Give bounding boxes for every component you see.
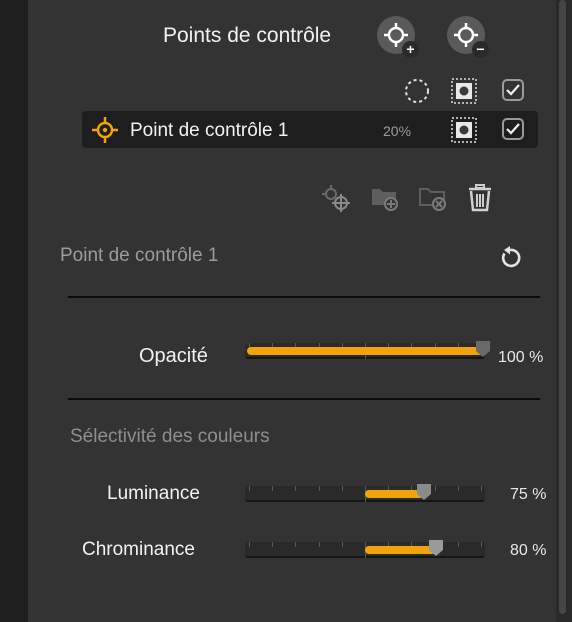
trash-icon xyxy=(469,184,491,212)
minus-icon: − xyxy=(472,41,489,58)
slider-tick xyxy=(295,486,297,491)
control-point-opacity: 20% xyxy=(383,123,412,139)
add-to-folder-button[interactable] xyxy=(370,183,402,213)
slider-tick xyxy=(295,542,297,547)
slider-fill xyxy=(365,490,424,498)
control-point-row[interactable]: Point de contrôle 1 20% xyxy=(82,111,538,148)
chrominance-slider[interactable] xyxy=(245,540,485,558)
color-selectivity-title: Sélectivité des couleurs xyxy=(70,426,270,447)
slider-tick xyxy=(341,542,343,547)
luminance-slider[interactable] xyxy=(245,484,485,502)
slider-thumb[interactable] xyxy=(428,540,443,556)
duplicate-point-icon xyxy=(322,185,350,212)
slider-tick xyxy=(481,486,482,491)
slider-thumb[interactable] xyxy=(417,484,431,500)
folder-add-icon xyxy=(372,189,398,211)
section-title: Point de contrôle 1 xyxy=(60,245,219,266)
remove-control-point-button[interactable]: − xyxy=(447,16,489,58)
folder-remove-icon xyxy=(419,188,446,211)
plus-icon: + xyxy=(402,41,419,58)
slider-tick xyxy=(249,486,250,491)
show-all-masks-toggle[interactable] xyxy=(451,78,477,104)
chrominance-value: 80 % xyxy=(510,542,547,559)
slider-tick xyxy=(457,542,459,547)
duplicate-point-button[interactable] xyxy=(320,183,352,213)
mask-icon xyxy=(451,78,477,104)
opacity-slider[interactable] xyxy=(245,341,490,359)
slider-tick xyxy=(457,486,459,491)
enable-point-checkbox[interactable] xyxy=(502,118,524,140)
luminance-value: 75 % xyxy=(510,486,547,503)
remove-from-folder-button[interactable] xyxy=(418,183,450,213)
slider-tick xyxy=(318,486,320,491)
show-mask-toggle[interactable] xyxy=(451,117,477,143)
reset-button[interactable] xyxy=(498,246,522,270)
show-all-points-toggle[interactable] xyxy=(404,78,430,104)
slider-fill xyxy=(247,347,483,355)
add-control-point-button[interactable]: + xyxy=(377,16,419,58)
slider-tick xyxy=(318,542,320,547)
reset-icon xyxy=(501,246,521,268)
mask-icon xyxy=(451,117,477,143)
slider-tick xyxy=(272,486,274,491)
control-points-panel: Points de contrôle + − Point de contrôle… xyxy=(28,0,556,622)
slider-tick xyxy=(272,542,274,547)
dashed-circle-icon xyxy=(405,79,429,103)
luminance-label: Luminance xyxy=(107,483,200,504)
checkmark-icon xyxy=(506,84,520,96)
control-point-target-icon xyxy=(92,117,118,143)
opacity-value: 100 % xyxy=(498,349,544,366)
panel-title: Points de contrôle xyxy=(163,24,332,47)
control-point-name: Point de contrôle 1 xyxy=(130,120,289,141)
slider-tick xyxy=(481,542,482,547)
slider-thumb[interactable] xyxy=(476,341,490,357)
slider-tick xyxy=(434,486,436,491)
slider-fill xyxy=(365,546,436,554)
checkmark-icon xyxy=(506,123,520,135)
slider-tick xyxy=(249,542,250,547)
chrominance-label: Chrominance xyxy=(82,539,195,560)
enable-all-checkbox[interactable] xyxy=(502,79,524,101)
slider-tick xyxy=(341,486,343,491)
delete-button[interactable] xyxy=(466,183,494,213)
opacity-label: Opacité xyxy=(139,345,208,367)
scrollbar[interactable] xyxy=(556,0,572,622)
divider xyxy=(68,398,540,400)
divider xyxy=(68,296,540,298)
scrollbar-thumb[interactable] xyxy=(559,0,566,614)
